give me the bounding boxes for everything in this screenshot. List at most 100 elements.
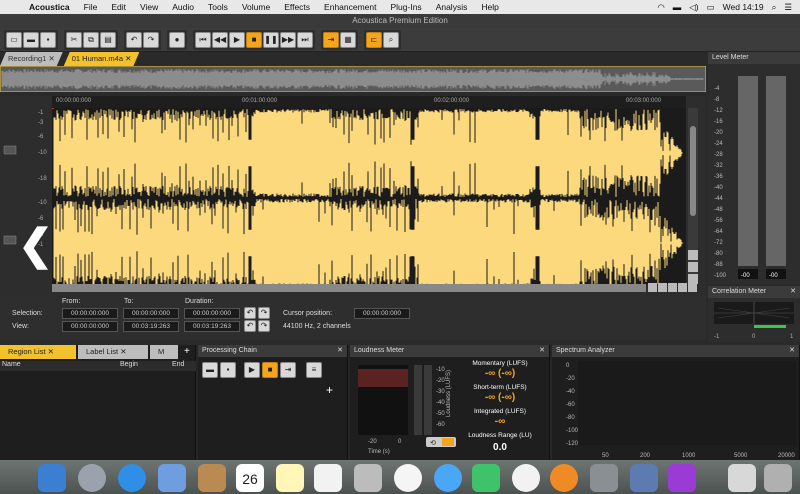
y-tick-label: -6	[38, 134, 44, 140]
open-icon[interactable]: ▬	[23, 31, 39, 48]
menu-analysis[interactable]: Analysis	[429, 2, 475, 12]
tab-human[interactable]: 01 Human.m4a ✕	[64, 52, 140, 66]
close-icon[interactable]: ✕	[789, 345, 795, 357]
correlation-meter-panel: Correlation Meter ✕ -1 0 1	[708, 286, 800, 342]
list-icon[interactable]: ☰	[784, 2, 792, 13]
trash-icon[interactable]	[764, 464, 792, 492]
forward-icon[interactable]: ▶▶	[280, 31, 296, 48]
tab-recording1[interactable]: Recording1 ✕	[0, 52, 63, 66]
add-icon[interactable]: +	[184, 346, 190, 357]
rewind-icon[interactable]: ◀◀	[212, 31, 228, 48]
select-tool-icon[interactable]: ⊏	[366, 31, 382, 48]
view-from-field[interactable]: 00:00:00:000	[62, 321, 118, 332]
facetime-icon[interactable]	[472, 464, 500, 492]
search-icon[interactable]: ⌕	[772, 2, 777, 13]
safari-icon[interactable]	[118, 464, 146, 492]
notes-icon[interactable]	[276, 464, 304, 492]
close-icon[interactable]: ✕	[790, 286, 796, 298]
copy-icon[interactable]: ⧉	[83, 31, 99, 48]
launchpad-icon[interactable]	[78, 464, 106, 492]
menu-tools[interactable]: Tools	[201, 2, 235, 12]
chain-menu-icon[interactable]: ≡	[306, 362, 322, 378]
menu-view[interactable]: View	[133, 2, 165, 12]
save-chain-icon[interactable]: ▪	[220, 362, 236, 378]
menu-effects[interactable]: Effects	[277, 2, 317, 12]
menu-file[interactable]: File	[77, 2, 105, 12]
ibooks-icon[interactable]	[550, 464, 578, 492]
go-end-icon[interactable]: ⏭	[297, 31, 313, 48]
menu-help[interactable]: Help	[474, 2, 505, 12]
col-end[interactable]: End	[172, 361, 184, 368]
menu-app[interactable]: Acoustica	[22, 2, 77, 12]
play-chain-icon[interactable]: ▶	[244, 362, 260, 378]
close-icon[interactable]: ✕	[539, 345, 545, 357]
spectrum-y-label: -80	[566, 415, 575, 421]
tab-label-list[interactable]: Label List ✕	[78, 345, 148, 359]
pause-icon[interactable]: ❚❚	[263, 31, 279, 48]
app-icon[interactable]	[668, 464, 696, 492]
battery-icon[interactable]: ▭	[707, 2, 715, 13]
zoom-fit-icon	[688, 274, 698, 284]
loudness-label: Loudness Range (LU)	[468, 432, 532, 439]
redo-view-icon[interactable]: ↷	[258, 320, 270, 332]
record-icon[interactable]: ●	[169, 31, 185, 48]
tab-more[interactable]: M	[150, 345, 178, 359]
waveform-editor[interactable]: -1 -3 -6 -10 -18 -10 -6 -3 -1	[0, 96, 706, 296]
system-preferences-icon[interactable]	[590, 464, 618, 492]
clock[interactable]: Wed 14:19	[723, 2, 764, 12]
stop-icon[interactable]: ■	[246, 31, 262, 48]
spectrum-x-label: 50	[602, 453, 609, 459]
play-icon[interactable]: ▶	[229, 31, 245, 48]
chevron-left-icon[interactable]: ❮	[18, 224, 53, 266]
downloads-icon[interactable]	[728, 464, 756, 492]
mixer-icon[interactable]: ▦	[340, 31, 356, 48]
add-effect-icon[interactable]: +	[326, 383, 333, 397]
undo-selection-icon[interactable]: ↶	[244, 307, 256, 319]
menu-volume[interactable]: Volume	[235, 2, 277, 12]
redo-icon[interactable]: ↷	[143, 31, 159, 48]
preview-icon[interactable]	[354, 464, 382, 492]
sel-from-field[interactable]: 00:00:00:000	[62, 308, 118, 319]
contacts-icon[interactable]	[198, 464, 226, 492]
loudness-tick-label: -50	[436, 411, 445, 417]
mail-icon[interactable]	[158, 464, 186, 492]
bypass-chain-icon[interactable]: ⇥	[280, 362, 296, 378]
zoom-tool-icon[interactable]: ⌕	[383, 31, 399, 48]
stop-chain-icon[interactable]: ■	[262, 362, 278, 378]
photos-icon[interactable]	[394, 464, 422, 492]
menu-plugins[interactable]: Plug-Ins	[384, 2, 429, 12]
reminders-icon[interactable]	[314, 464, 342, 492]
overview-waveform[interactable]	[0, 65, 707, 93]
flag-icon[interactable]: ▬	[673, 2, 682, 12]
tab-region-list[interactable]: Region List ✕	[0, 345, 76, 359]
col-name[interactable]: Name	[2, 361, 21, 368]
view-to-field[interactable]: 00:03:19:263	[123, 321, 179, 332]
new-file-icon[interactable]: ▭	[6, 31, 22, 48]
finder-icon[interactable]	[38, 464, 66, 492]
cursor-field[interactable]: 00:00:00:000	[354, 308, 410, 319]
sel-duration-field[interactable]: 00:00:00:000	[184, 308, 240, 319]
menu-enhancement[interactable]: Enhancement	[317, 2, 383, 12]
cut-icon[interactable]: ✂	[66, 31, 82, 48]
volume-icon[interactable]: ◁)	[689, 2, 698, 13]
save-icon[interactable]: ▪	[40, 31, 56, 48]
paste-icon[interactable]: ▤	[100, 31, 116, 48]
undo-icon[interactable]: ↶	[126, 31, 142, 48]
wifi-icon[interactable]: ◠	[657, 2, 664, 13]
menu-audio[interactable]: Audio	[165, 2, 201, 12]
time-ruler[interactable]: 00:00:00:000 00:01:00:000 00:02:00:000 0…	[52, 96, 686, 108]
go-start-icon[interactable]: ⏮	[195, 31, 211, 48]
menu-edit[interactable]: Edit	[104, 2, 133, 12]
undo-view-icon[interactable]: ↶	[244, 320, 256, 332]
redo-selection-icon[interactable]: ↷	[258, 307, 270, 319]
itunes-icon[interactable]	[512, 464, 540, 492]
loop-icon[interactable]: ⇥	[323, 31, 339, 48]
acoustica-icon[interactable]	[630, 464, 658, 492]
view-duration-field[interactable]: 00:03:19:263	[184, 321, 240, 332]
close-icon[interactable]: ✕	[337, 345, 343, 357]
calendar-icon[interactable]: 26	[236, 464, 264, 492]
open-chain-icon[interactable]: ▬	[202, 362, 218, 378]
messages-icon[interactable]	[434, 464, 462, 492]
sel-to-field[interactable]: 00:00:00:000	[123, 308, 179, 319]
col-begin[interactable]: Begin	[120, 361, 138, 368]
